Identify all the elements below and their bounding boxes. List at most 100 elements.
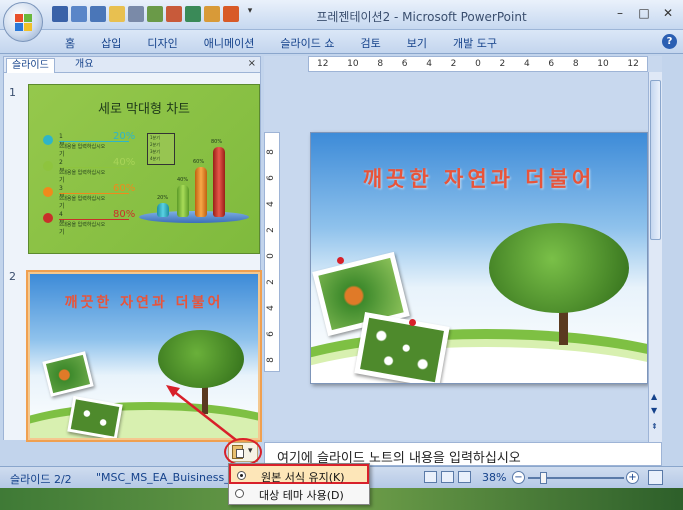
chart-bar-q1 [157,203,169,217]
legend-pct: 20% [113,131,136,142]
mini-legend-item: 2분기 [150,142,160,147]
photo-flowers[interactable] [354,312,450,383]
ribbon-tabs: 홈 삽입 디자인 애니메이션 슬라이드 쇼 검토 보기 개발 도구 [52,35,510,51]
legend-sub: : 내용을 입력하십시오 [59,222,106,228]
zoom-slider-handle[interactable] [540,472,547,484]
ruler-tick: 2 [499,59,506,69]
tab-animations[interactable]: 애니메이션 [191,35,268,51]
slide-count: 슬라이드 2/2 [10,473,72,486]
slide-editor: 12 10 8 6 4 2 0 2 4 6 8 10 12 8 6 4 2 0 … [264,56,662,442]
slide-title[interactable]: 깨끗한 자연과 더불어 [311,163,647,193]
window-title: 프레젠테이션2 - Microsoft PowerPoint [316,10,527,24]
scrollbar-thumb[interactable] [650,80,661,240]
slide-number-1: 1 [9,86,16,99]
title-bar: ▾ 프레젠테이션2 - Microsoft PowerPoint – □ ✕ [0,0,683,30]
bar-label-q1: 20% [157,195,169,201]
bar-label-q3: 60% [193,159,205,165]
minimize-button[interactable]: – [609,4,631,22]
legend-sub: : 내용을 입력하십시오 [59,196,106,202]
vertical-ruler: 8 6 4 2 0 2 4 6 8 [264,132,280,372]
legend-ball-icon [43,187,53,197]
chart-bar-q4 [213,147,225,217]
zoom-level[interactable]: 38% [482,471,506,484]
thumb2-tree-icon [158,330,244,388]
slide-thumbnail-2[interactable]: 깨끗한 자연과 더불어 [26,270,262,442]
ruler-tick: 2 [265,279,276,285]
tab-design[interactable]: 디자인 [134,35,190,51]
thumb2-photo-flowers [67,395,123,438]
legend-sub: : 내용을 입력하십시오 [59,144,106,150]
panel-close-icon[interactable]: × [248,58,256,69]
tab-insert[interactable]: 삽입 [88,35,134,51]
ruler-tick: 10 [347,59,359,69]
ruler-tick: 4 [265,201,276,207]
ruler-tick: 8 [265,149,276,155]
mini-chart-legend: 1분기 2분기 3분기 4분기 [147,133,175,165]
ruler-tick: 8 [265,357,276,363]
legend-ball-icon [43,161,53,171]
scroll-up-icon[interactable]: ▲ [651,392,657,401]
tab-slides[interactable]: 슬라이드 [6,58,55,73]
menu-item-use-destination-theme[interactable]: 대상 테마 사용(D) [229,484,369,504]
ruler-tick: 6 [401,59,408,69]
tab-slideshow[interactable]: 슬라이드 쇼 [267,35,347,51]
help-icon[interactable]: ? [662,34,677,49]
legend-sub: : 내용을 입력하십시오 [59,170,106,176]
chart-bar-q2 [177,185,189,217]
legend-ball-icon [43,135,53,145]
thumb1-title: 세로 막대형 차트 [98,102,190,117]
ruler-tick: 8 [377,59,384,69]
menu-item-keep-source-formatting[interactable]: 원본 서식 유지(K) [229,464,369,484]
view-buttons [424,471,471,483]
slide-sorter-icon[interactable] [441,471,454,483]
workspace: 슬라이드 개요 × 1 세로 막대형 차트 1분기 : 내용을 입력하십시오 2… [0,54,683,466]
slide-thumbnail-1[interactable]: 세로 막대형 차트 1분기 : 내용을 입력하십시오 20% 2분기 : 내용을… [28,84,260,254]
tab-review[interactable]: 검토 [347,35,393,51]
zoom-out-button[interactable]: − [512,471,525,484]
slideshow-view-icon[interactable] [458,471,471,483]
chart-platform [139,211,249,223]
current-slide[interactable]: 깨끗한 자연과 더불어 [310,132,648,384]
tab-outline[interactable]: 개요 [70,58,98,73]
tab-developer[interactable]: 개발 도구 [440,35,510,51]
tab-view[interactable]: 보기 [394,35,440,51]
zoom-in-button[interactable]: + [626,471,639,484]
scroll-down-icon[interactable]: ▼ [651,406,657,415]
menu-label: 대상 테마 사용(D) [259,489,344,502]
legend-pct: 60% [113,183,136,194]
prev-slide-icon[interactable]: ⇞ [651,422,658,431]
radio-icon [235,489,244,498]
thumb2-photo-insect [42,351,94,397]
legend-pct: 40% [113,157,136,168]
menu-label: 원본 서식 유지(K) [261,471,345,484]
thumb2-canvas: 깨끗한 자연과 더불어 [30,274,258,438]
ruler-tick: 4 [265,305,276,311]
ruler-tick: 6 [265,331,276,337]
theme-name: "MSC_MS_EA_Buisiness_ID [96,471,242,484]
ribbon: 홈 삽입 디자인 애니메이션 슬라이드 쇼 검토 보기 개발 도구 ? [0,30,683,54]
mini-legend-item: 4분기 [150,156,160,161]
ruler-tick: 2 [265,227,276,233]
fit-to-window-icon[interactable] [648,470,663,485]
pin-icon [409,319,416,326]
bar-label-q4: 80% [211,139,223,145]
mini-legend-item: 3분기 [150,149,160,154]
slides-panel: 슬라이드 개요 × 1 세로 막대형 차트 1분기 : 내용을 입력하십시오 2… [3,56,262,442]
ruler-tick: 6 [265,175,276,181]
powerpoint-window: ▾ 프레젠테이션2 - Microsoft PowerPoint – □ ✕ 홈… [0,0,683,510]
tab-home[interactable]: 홈 [52,35,88,51]
close-button[interactable]: ✕ [657,4,679,22]
ruler-tick: 0 [475,59,481,69]
office-button[interactable] [3,2,43,42]
ruler-tick: 12 [627,59,639,69]
vertical-scrollbar[interactable]: ▲ ▼ ⇞ [648,72,662,442]
panel-tabs: 슬라이드 개요 × [4,57,260,73]
ruler-tick: 2 [450,59,457,69]
maximize-button[interactable]: □ [633,4,655,22]
radio-selected-icon [237,471,246,480]
slide-thumbnails: 1 세로 막대형 차트 1분기 : 내용을 입력하십시오 20% 2분기: 내… [4,74,262,442]
highlight-circle [224,438,262,466]
normal-view-icon[interactable] [424,471,437,483]
ruler-tick: 10 [597,59,609,69]
window-controls: – □ ✕ [609,4,679,22]
